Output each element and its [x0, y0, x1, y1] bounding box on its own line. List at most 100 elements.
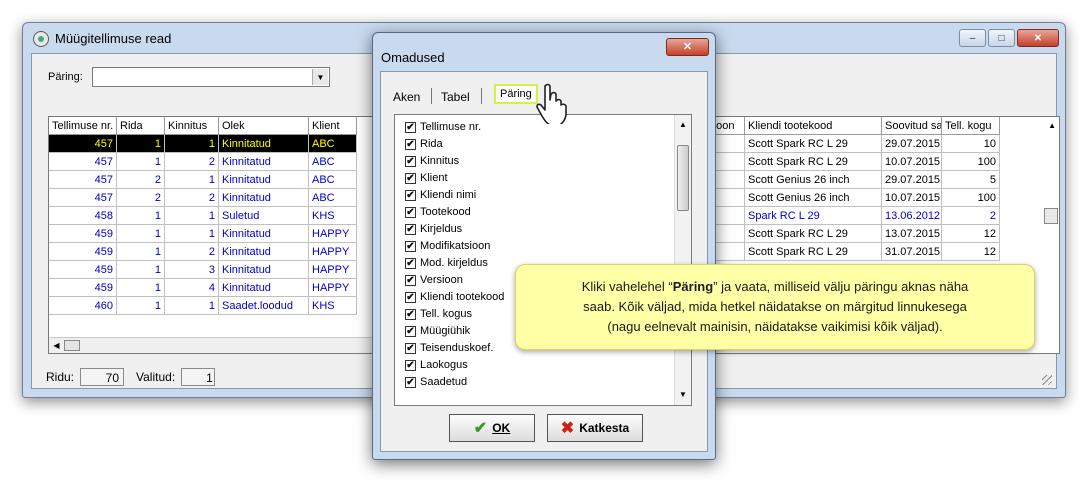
field-checkbox-item[interactable]: ✔ Modifikatsioon	[405, 238, 490, 254]
table-cell[interactable]: 10.07.2015	[882, 189, 942, 207]
table-cell[interactable]: 1	[117, 207, 165, 225]
table-cell[interactable]: 1	[165, 207, 219, 225]
field-checklist[interactable]: ▲ ▼ ✔ Tellimuse nr. ✔ Rida ✔ Kinnitus ✔ Klient ✔…	[394, 114, 692, 406]
table-cell[interactable]: HAPPY	[309, 225, 357, 243]
field-checkbox-item[interactable]: ✔ Kliendi tootekood	[405, 289, 504, 305]
table-cell[interactable]: 3	[165, 261, 219, 279]
table-cell[interactable]: 457	[49, 189, 117, 207]
table-cell[interactable]: 457	[49, 135, 117, 153]
table-cell[interactable]: 13.07.2015	[882, 225, 942, 243]
table-cell[interactable]: Scott Spark RC L 29	[745, 153, 882, 171]
table-cell[interactable]: 457	[49, 153, 117, 171]
table-cell[interactable]: 31.07.2015	[882, 243, 942, 261]
checkbox-checked-icon[interactable]: ✔	[405, 359, 416, 371]
table-cell[interactable]: 1	[165, 225, 219, 243]
checkbox-checked-icon[interactable]: ✔	[405, 342, 416, 354]
vertical-scroll-thumb[interactable]	[1044, 208, 1058, 224]
chevron-down-icon[interactable]: ▼	[312, 69, 328, 85]
column-header[interactable]: Klient	[309, 117, 357, 135]
cancel-button[interactable]: ✖ Katkesta	[547, 414, 643, 442]
scroll-left-icon[interactable]: ◀	[50, 339, 63, 352]
table-cell[interactable]: KHS	[309, 207, 357, 225]
table-cell[interactable]: HAPPY	[309, 261, 357, 279]
maximize-button[interactable]: □	[988, 29, 1015, 47]
column-header[interactable]: Olek	[219, 117, 309, 135]
table-cell[interactable]: 29.07.2015	[882, 171, 942, 189]
field-checkbox-item[interactable]: ✔ Versioon	[405, 272, 463, 288]
table-cell[interactable]: Scott Spark RC L 29	[745, 225, 882, 243]
field-checkbox-item[interactable]: ✔ Tootekood	[405, 204, 471, 220]
field-checkbox-item[interactable]: ✔ Tellimuse nr.	[405, 119, 481, 135]
table-cell[interactable]: Kinnitatud	[219, 261, 309, 279]
field-checkbox-item[interactable]: ✔ Müügiühik	[405, 323, 470, 339]
table-cell[interactable]: Scott Spark RC L 29	[745, 243, 882, 261]
table-cell[interactable]: Kinnitatud	[219, 153, 309, 171]
horizontal-scrollbar[interactable]: ◀	[49, 337, 389, 353]
field-checkbox-item[interactable]: ✔ Klient	[405, 170, 448, 186]
tab-aken[interactable]: Aken	[393, 88, 420, 106]
table-cell[interactable]: ABC	[309, 135, 357, 153]
checkbox-checked-icon[interactable]: ✔	[405, 274, 416, 286]
column-header[interactable]: Kliendi tootekood	[745, 117, 882, 135]
table-cell[interactable]: 100	[942, 153, 1000, 171]
field-checkbox-item[interactable]: ✔ Tell. kogus	[405, 306, 472, 322]
table-cell[interactable]: 459	[49, 225, 117, 243]
checkbox-checked-icon[interactable]: ✔	[405, 325, 416, 337]
checkbox-checked-icon[interactable]: ✔	[405, 155, 416, 167]
column-header[interactable]: Soovitud saa	[882, 117, 942, 135]
table-cell[interactable]: 1	[117, 153, 165, 171]
table-cell[interactable]: 459	[49, 261, 117, 279]
resize-grip-icon[interactable]	[1042, 375, 1052, 385]
list-scroll-thumb[interactable]	[677, 145, 689, 211]
tab-paring[interactable]: Päring	[494, 84, 538, 104]
dialog-close-button[interactable]: ✕	[666, 38, 709, 56]
table-cell[interactable]: Kinnitatud	[219, 135, 309, 153]
table-cell[interactable]: 459	[49, 279, 117, 297]
table-cell[interactable]: 1	[117, 261, 165, 279]
checkbox-checked-icon[interactable]: ✔	[405, 121, 416, 133]
horizontal-scroll-thumb[interactable]	[64, 340, 80, 351]
table-cell[interactable]: ABC	[309, 189, 357, 207]
table-cell[interactable]: 1	[117, 135, 165, 153]
table-cell[interactable]: 458	[49, 207, 117, 225]
checkbox-checked-icon[interactable]: ✔	[405, 223, 416, 235]
table-cell[interactable]: Kinnitatud	[219, 189, 309, 207]
minimize-button[interactable]: –	[959, 29, 986, 47]
table-cell[interactable]: 12	[942, 243, 1000, 261]
table-cell[interactable]: Kinnitatud	[219, 279, 309, 297]
column-header[interactable]: Tellimuse nr.	[49, 117, 117, 135]
ok-button[interactable]: ✔ OK	[449, 414, 535, 442]
table-cell[interactable]: HAPPY	[309, 279, 357, 297]
checkbox-checked-icon[interactable]: ✔	[405, 308, 416, 320]
column-header[interactable]: Tell. kogu	[942, 117, 1000, 135]
tab-tabel[interactable]: Tabel	[441, 88, 470, 106]
scroll-up-icon[interactable]: ▲	[1048, 121, 1056, 130]
table-cell[interactable]: 2	[117, 189, 165, 207]
table-cell[interactable]: Scott Genius 26 inch	[745, 171, 882, 189]
table-cell[interactable]: 13.06.2012	[882, 207, 942, 225]
table-cell[interactable]: Saadet.loodud	[219, 297, 309, 315]
field-checkbox-item[interactable]: ✔ Teisenduskoef.	[405, 340, 493, 356]
checkbox-checked-icon[interactable]: ✔	[405, 376, 416, 388]
table-cell[interactable]: 10.07.2015	[882, 153, 942, 171]
table-cell[interactable]: 29.07.2015	[882, 135, 942, 153]
checkbox-checked-icon[interactable]: ✔	[405, 240, 416, 252]
scroll-up-icon[interactable]: ▲	[675, 117, 691, 133]
close-button[interactable]: ✕	[1017, 29, 1059, 47]
table-cell[interactable]: ABC	[309, 153, 357, 171]
checkbox-checked-icon[interactable]: ✔	[405, 291, 416, 303]
table-cell[interactable]: 1	[117, 279, 165, 297]
table-cell[interactable]: 2	[942, 207, 1000, 225]
table-cell[interactable]: Scott Genius 26 inch	[745, 189, 882, 207]
table-cell[interactable]: Kinnitatud	[219, 243, 309, 261]
table-cell[interactable]: Spark RC L 29	[745, 207, 882, 225]
table-cell[interactable]: 460	[49, 297, 117, 315]
table-cell[interactable]: 12	[942, 225, 1000, 243]
checkbox-checked-icon[interactable]: ✔	[405, 189, 416, 201]
field-checkbox-item[interactable]: ✔ Rida	[405, 136, 443, 152]
table-cell[interactable]: 2	[165, 153, 219, 171]
field-checkbox-item[interactable]: ✔ Kliendi nimi	[405, 187, 476, 203]
column-header[interactable]: Kinnitus	[165, 117, 219, 135]
table-cell[interactable]: HAPPY	[309, 243, 357, 261]
table-cell[interactable]: 459	[49, 243, 117, 261]
